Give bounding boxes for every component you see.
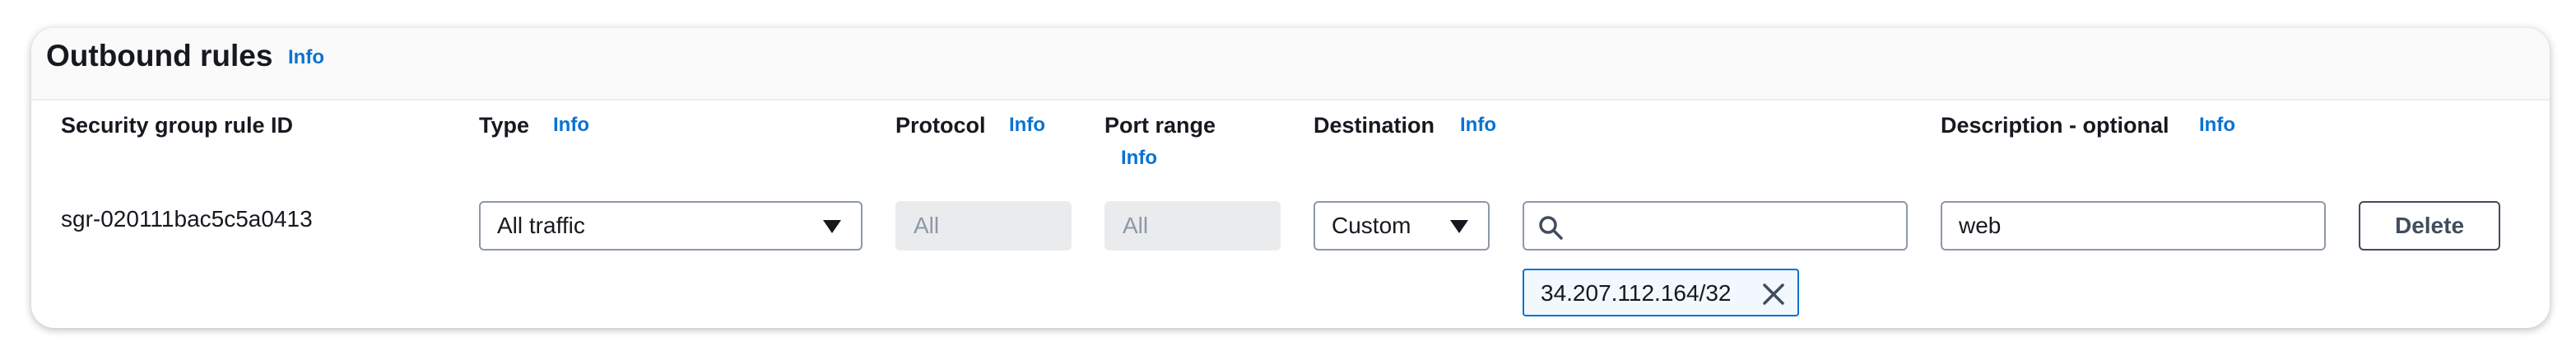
section-info-link[interactable]: Info [288,41,324,74]
caret-down-icon [823,220,841,233]
type-select-value: All traffic [497,213,585,238]
col-protocol-header: Protocol [895,113,986,138]
outbound-rules-panel: Outbound rules Info Security group rule … [31,28,2550,328]
section-title: Outbound rules [46,39,273,73]
destination-type-select[interactable]: Custom [1314,201,1490,251]
port-range-value: All [1123,213,1149,238]
col-destination-header: Destination [1314,113,1435,138]
col-type-header: Type [479,113,530,138]
col-description-header: Description - optional [1941,113,2169,138]
rule-id-value: sgr-020111bac5c5a0413 [61,206,313,232]
port-range-info-link[interactable]: Info [1121,142,1157,175]
protocol-value: All [914,213,940,238]
delete-button[interactable]: Delete [2359,201,2500,251]
destination-type-value: Custom [1332,213,1411,238]
col-port-range-header: Port range [1104,113,1216,138]
panel-header: Outbound rules Info [31,28,2550,101]
protocol-field: All [895,201,1072,251]
destination-token: 34.207.112.164/32 [1523,269,1799,316]
description-input[interactable]: web [1941,201,2326,251]
destination-info-link[interactable]: Info [1460,109,1496,142]
port-range-field: All [1104,201,1281,251]
type-select[interactable]: All traffic [479,201,863,251]
destination-token-value: 34.207.112.164/32 [1541,280,1732,306]
description-info-link[interactable]: Info [2199,109,2235,142]
description-value: web [1959,213,2002,238]
destination-search-input[interactable] [1523,201,1908,251]
caret-down-icon [1450,220,1468,233]
col-rule-id-header: Security group rule ID [61,113,294,138]
search-icon [1537,214,1564,245]
type-info-link[interactable]: Info [553,109,589,142]
close-icon[interactable] [1761,282,1786,311]
protocol-info-link[interactable]: Info [1009,109,1045,142]
